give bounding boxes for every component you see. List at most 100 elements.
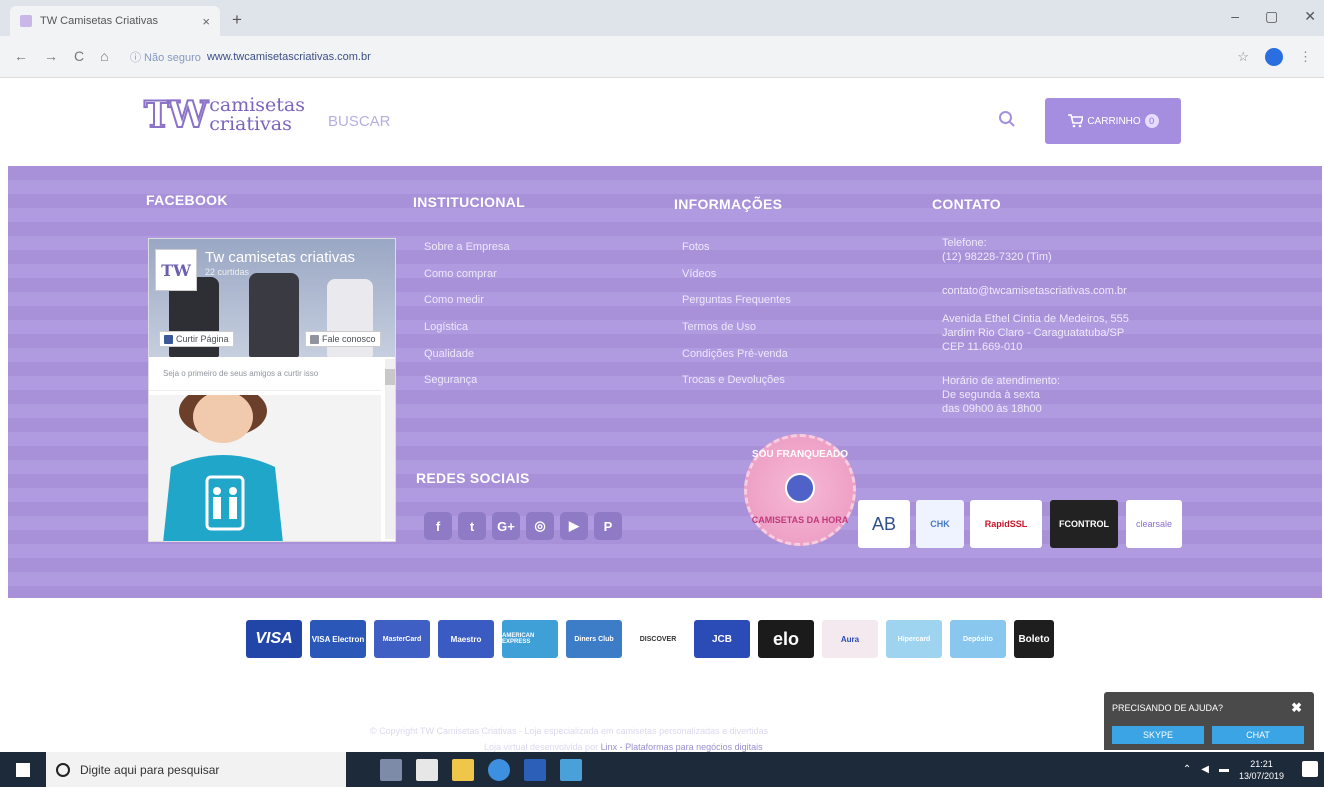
window-controls: – ▢ ✕	[1231, 8, 1316, 25]
boleto-icon: Boleto	[1014, 620, 1054, 658]
girl-tshirt-photo	[149, 395, 381, 541]
facebook-contact-button[interactable]: Fale conosco	[305, 331, 381, 347]
franqueado-top-text: SOU FRANQUEADO	[751, 449, 849, 460]
cart-button[interactable]: CARRINHO 0	[1045, 98, 1181, 144]
browser-tab[interactable]: TW Camisetas Criativas ×	[10, 6, 220, 36]
facebook-page-widget: TW Tw camisetas criativas 22 curtidas Cu…	[148, 238, 396, 542]
instagram-icon[interactable]: ◎	[526, 512, 554, 540]
facebook-title: FACEBOOK	[146, 192, 228, 208]
search-input[interactable]	[328, 100, 1018, 142]
footer-link[interactable]: Trocas e Devoluções	[682, 373, 791, 400]
hipercard-icon: Hipercard	[886, 620, 942, 658]
footer-link[interactable]: Fotos	[682, 240, 791, 267]
linx-link[interactable]: Linx - Plataformas para negócios digitai…	[601, 742, 763, 752]
institucional-title: INSTITUCIONAL	[413, 194, 526, 210]
seal-ab[interactable]: AB	[858, 500, 910, 548]
chat-button[interactable]: CHAT	[1212, 726, 1304, 744]
seal-check[interactable]: CHK	[916, 500, 964, 548]
seal-clearsale[interactable]: clearsale	[1126, 500, 1182, 548]
footer-link[interactable]: Qualidade	[424, 347, 510, 374]
help-title: PRECISANDO DE AJUDA?	[1112, 703, 1224, 713]
bookmark-star-icon[interactable]: ☆	[1237, 49, 1249, 65]
tray-chevron-icon[interactable]: ⌃	[1183, 764, 1191, 775]
close-window-button[interactable]: ✕	[1304, 8, 1316, 25]
address-line: Avenida Ethel Cintia de Medeiros, 555	[942, 313, 1129, 325]
start-button[interactable]	[0, 752, 46, 787]
site-logo[interactable]: TW camisetas criativas	[143, 93, 305, 137]
twitter-icon[interactable]: t	[458, 512, 486, 540]
contact-email[interactable]: contato@twcamisetascriativas.com.br	[942, 284, 1127, 298]
footer-link[interactable]: Condições Pré-venda	[682, 347, 791, 374]
shirt-image	[249, 273, 299, 357]
clock[interactable]: 21:21 13/07/2019	[1239, 758, 1284, 782]
franqueado-seal[interactable]: SOU FRANQUEADO CAMISETAS DA HORA	[744, 434, 856, 546]
help-chat-widget: PRECISANDO DE AJUDA? ✖ SKYPE CHAT	[1104, 692, 1314, 750]
footer-link[interactable]: Como comprar	[424, 267, 510, 294]
file-explorer-icon[interactable]	[452, 758, 474, 781]
favicon-icon	[20, 15, 32, 27]
footer-link[interactable]: Como medir	[424, 293, 510, 320]
skype-button[interactable]: SKYPE	[1112, 726, 1204, 744]
forward-button[interactable]: →	[44, 48, 58, 64]
seal-rapidssl[interactable]: RapidSSL	[970, 500, 1042, 548]
back-button[interactable]: ←	[14, 48, 28, 64]
taskbar-search[interactable]: Digite aqui para pesquisar	[46, 752, 346, 787]
discover-icon: DISCOVER	[630, 620, 686, 658]
volume-icon[interactable]: ◀	[1201, 764, 1209, 775]
deposito-icon: Depósito	[950, 620, 1006, 658]
facebook-like-button[interactable]: Curtir Página	[159, 331, 234, 347]
search-icon[interactable]	[998, 110, 1016, 128]
footer-link[interactable]: Vídeos	[682, 267, 791, 294]
diners-icon: Diners Club	[566, 620, 622, 658]
new-tab-button[interactable]: +	[232, 10, 242, 30]
address-line: Jardim Rio Claro - Caraguatatuba/SP	[942, 327, 1125, 339]
windows-taskbar: Digite aqui para pesquisar ⌃ ◀ ▬ 21:21 1…	[0, 752, 1324, 787]
maximize-button[interactable]: ▢	[1265, 8, 1278, 25]
google-plus-icon[interactable]: G+	[492, 512, 520, 540]
task-view-icon[interactable]	[380, 758, 402, 781]
profile-avatar[interactable]	[1265, 48, 1283, 66]
phone-number[interactable]: (12) 98228-7320 (Tim)	[942, 250, 1052, 264]
youtube-icon[interactable]: ▶	[560, 512, 588, 540]
facebook-page-name[interactable]: Tw camisetas criativas	[205, 249, 355, 266]
windows-icon	[16, 762, 30, 777]
browser-menu-icon[interactable]: ⋮	[1299, 49, 1312, 65]
facebook-scrollbar[interactable]	[385, 359, 395, 539]
home-button[interactable]: ⌂	[100, 48, 108, 64]
facebook-icon[interactable]: f	[424, 512, 452, 540]
footer-link[interactable]: Sobre a Empresa	[424, 240, 510, 267]
word-icon[interactable]	[524, 758, 546, 781]
reload-button[interactable]: C	[74, 48, 84, 64]
informacoes-title: INFORMAÇÕES	[674, 196, 783, 212]
network-icon[interactable]: ▬	[1219, 764, 1229, 775]
facebook-icon	[164, 334, 173, 344]
footer-link[interactable]: Perguntas Frequentes	[682, 293, 791, 320]
nav-buttons: ← → C ⌂	[14, 48, 109, 64]
app-icon[interactable]	[560, 758, 582, 781]
insecure-label[interactable]: ⓘ Não seguro	[130, 49, 201, 65]
close-tab-icon[interactable]: ×	[202, 14, 210, 29]
system-tray: ⌃ ◀ ▬ 21:21 13/07/2019	[1183, 752, 1284, 787]
url-field[interactable]: ⓘ Não seguro www.twcamisetascriativas.co…	[130, 44, 1230, 70]
help-close-icon[interactable]: ✖	[1291, 700, 1302, 716]
mastercard-icon: MasterCard	[374, 620, 430, 658]
photos-icon[interactable]	[416, 758, 438, 781]
facebook-avatar[interactable]: TW	[155, 249, 197, 291]
cart-label: CARRINHO	[1087, 115, 1141, 127]
maestro-icon: Maestro	[438, 620, 494, 658]
footer-link[interactable]: Logística	[424, 320, 510, 347]
chrome-icon[interactable]	[488, 758, 510, 781]
message-icon	[310, 334, 319, 344]
taskbar-apps	[380, 758, 582, 781]
address-bar: ← → C ⌂ ⓘ Não seguro www.twcamisetascria…	[0, 36, 1324, 78]
footer-link[interactable]: Segurança	[424, 373, 510, 400]
seal-fcontrol[interactable]: FCONTROL	[1050, 500, 1118, 548]
footer-link[interactable]: Termos de Uso	[682, 320, 791, 347]
contact-button-label: Fale conosco	[322, 334, 376, 344]
pinterest-icon[interactable]: P	[594, 512, 622, 540]
phone-label: Telefone:	[942, 237, 987, 249]
notifications-icon[interactable]	[1302, 761, 1318, 777]
minimize-button[interactable]: –	[1231, 8, 1239, 25]
scroll-thumb[interactable]	[385, 369, 395, 385]
redes-sociais-title: REDES SOCIAIS	[416, 470, 530, 486]
